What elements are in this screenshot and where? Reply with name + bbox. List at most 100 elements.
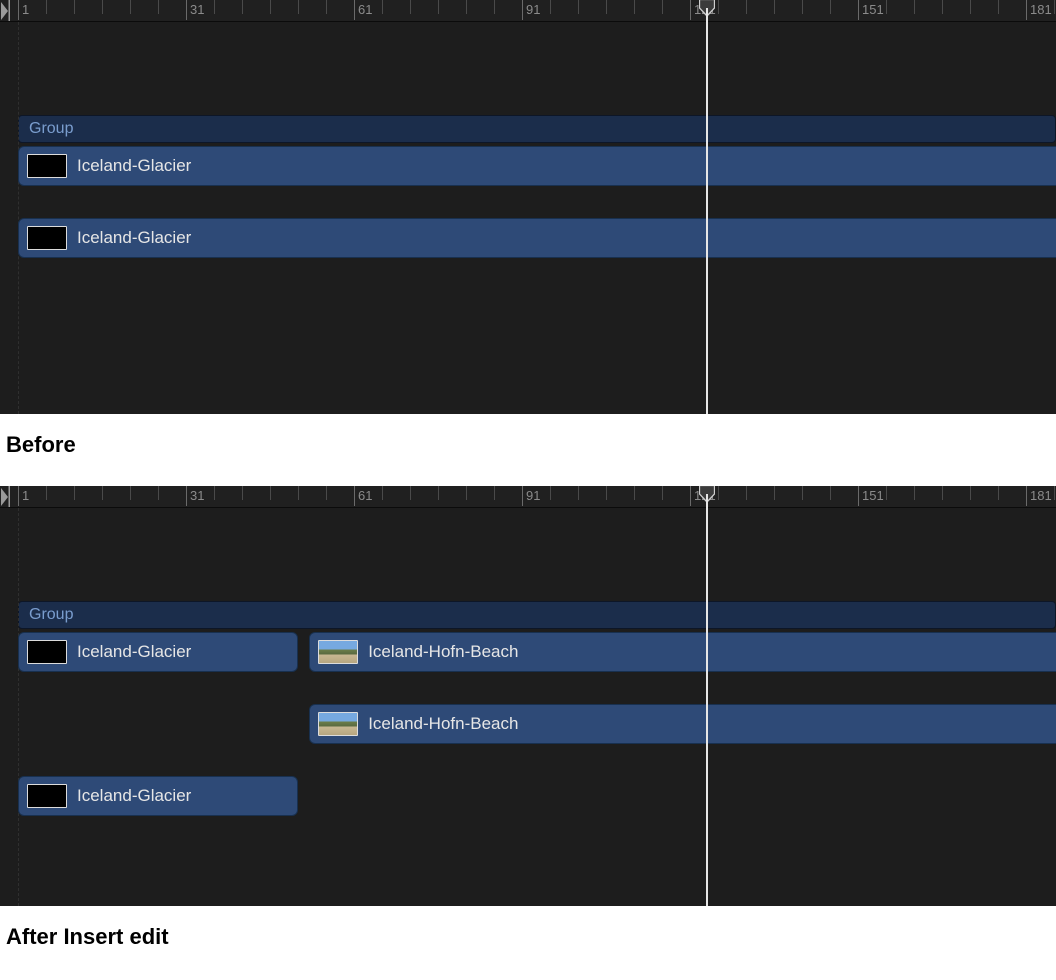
timeline-after: 1316191121151181 Group Iceland-GlacierIc… [0, 486, 1056, 906]
ruler-tick-minor [102, 0, 103, 14]
ruler-tick-minor [102, 486, 103, 500]
ruler-tick-major [18, 0, 19, 20]
ruler-tick-minor [886, 486, 887, 500]
ruler-tick-major [354, 0, 355, 20]
ruler-tick-minor [830, 0, 831, 14]
ruler-tick-major [858, 486, 859, 506]
ruler-tick-label: 121 [694, 2, 716, 17]
ruler-tick-minor [634, 486, 635, 500]
ruler-tick-minor [606, 0, 607, 14]
ruler-tick-major [522, 486, 523, 506]
timeline-ruler[interactable]: 1316191121151181 [0, 0, 1056, 22]
ruler-tick-major [1026, 0, 1027, 20]
ruler-tick-label: 1 [22, 2, 29, 17]
group-bar[interactable]: Group [18, 115, 1056, 143]
clip[interactable]: Iceland-Hofn-Beach [309, 704, 1056, 744]
caption-before: Before [0, 414, 1056, 486]
timeline-start-marker-icon[interactable] [0, 486, 12, 508]
ruler-tick-minor [746, 486, 747, 500]
ruler-tick-label: 91 [526, 2, 540, 17]
ruler-tick-major [690, 486, 691, 506]
ruler-tick-minor [158, 0, 159, 14]
timeline-start-marker-icon[interactable] [0, 0, 12, 22]
ruler-tick-minor [970, 486, 971, 500]
ruler-tick-minor [270, 0, 271, 14]
ruler-tick-minor [410, 486, 411, 500]
ruler-tick-minor [578, 486, 579, 500]
clip[interactable]: Iceland-Glacier [18, 218, 1056, 258]
clip[interactable]: Iceland-Glacier [18, 776, 298, 816]
ruler-tick-minor [298, 0, 299, 14]
ruler-tick-minor [438, 486, 439, 500]
ruler-tick-label: 61 [358, 488, 372, 503]
ruler-tick-minor [662, 486, 663, 500]
ruler-tick-minor [298, 486, 299, 500]
ruler-tick-minor [214, 486, 215, 500]
ruler-tick-minor [466, 486, 467, 500]
ruler-tick-minor [774, 0, 775, 14]
timeline-tracks[interactable]: Group Iceland-Glacier Iceland-Glacier [0, 22, 1056, 414]
clip-label: Iceland-Hofn-Beach [368, 642, 518, 662]
ruler-tick-minor [466, 0, 467, 14]
clip-label: Iceland-Glacier [77, 156, 191, 176]
ruler-tick-minor [942, 0, 943, 14]
ruler-tick-minor [886, 0, 887, 14]
ruler-tick-minor [382, 486, 383, 500]
ruler-tick-minor [214, 0, 215, 14]
ruler-tick-minor [914, 0, 915, 14]
ruler-tick-major [186, 0, 187, 20]
ruler-tick-minor [494, 0, 495, 14]
ruler-tick-minor [1054, 0, 1055, 14]
ruler-tick-minor [550, 0, 551, 14]
ruler-tick-minor [74, 0, 75, 14]
clip-thumbnail [27, 784, 67, 808]
frame-guide-line [18, 508, 19, 906]
ruler-tick-major [522, 0, 523, 20]
group-bar[interactable]: Group [18, 601, 1056, 629]
clip[interactable]: Iceland-Hofn-Beach [309, 632, 1056, 672]
ruler-tick-minor [410, 0, 411, 14]
ruler-tick-minor [606, 486, 607, 500]
ruler-tick-label: 121 [694, 488, 716, 503]
ruler-tick-major [858, 0, 859, 20]
clip-thumbnail [318, 640, 358, 664]
ruler-tick-major [18, 486, 19, 506]
ruler-tick-minor [998, 486, 999, 500]
ruler-tick-minor [326, 486, 327, 500]
ruler-tick-minor [914, 486, 915, 500]
ruler-tick-minor [830, 486, 831, 500]
ruler-tick-minor [46, 486, 47, 500]
ruler-tick-minor [130, 0, 131, 14]
ruler-tick-label: 61 [358, 2, 372, 17]
ruler-tick-major [186, 486, 187, 506]
timeline-ruler[interactable]: 1316191121151181 [0, 486, 1056, 508]
ruler-tick-minor [494, 486, 495, 500]
ruler-tick-major [690, 0, 691, 20]
ruler-tick-minor [998, 0, 999, 14]
clip[interactable]: Iceland-Glacier [18, 632, 298, 672]
ruler-tick-minor [382, 0, 383, 14]
ruler-tick-minor [802, 0, 803, 14]
frame-guide-line [18, 22, 19, 414]
ruler-tick-minor [74, 486, 75, 500]
ruler-tick-minor [970, 0, 971, 14]
ruler-tick-label: 151 [862, 2, 884, 17]
clip[interactable]: Iceland-Glacier [18, 146, 1056, 186]
ruler-tick-minor [718, 486, 719, 500]
clip-label: Iceland-Glacier [77, 228, 191, 248]
clip-label: Iceland-Glacier [77, 642, 191, 662]
group-label: Group [29, 606, 73, 624]
ruler-tick-minor [242, 486, 243, 500]
ruler-tick-minor [242, 0, 243, 14]
ruler-tick-label: 31 [190, 2, 204, 17]
ruler-tick-label: 31 [190, 488, 204, 503]
clip-thumbnail [27, 154, 67, 178]
ruler-tick-major [1026, 486, 1027, 506]
ruler-tick-minor [550, 486, 551, 500]
clip-label: Iceland-Hofn-Beach [368, 714, 518, 734]
ruler-tick-minor [662, 0, 663, 14]
caption-after: After Insert edit [0, 906, 1056, 978]
timeline-tracks[interactable]: Group Iceland-Glacier Iceland-Hofn-Beach I… [0, 508, 1056, 906]
ruler-tick-label: 91 [526, 488, 540, 503]
ruler-tick-major [354, 486, 355, 506]
